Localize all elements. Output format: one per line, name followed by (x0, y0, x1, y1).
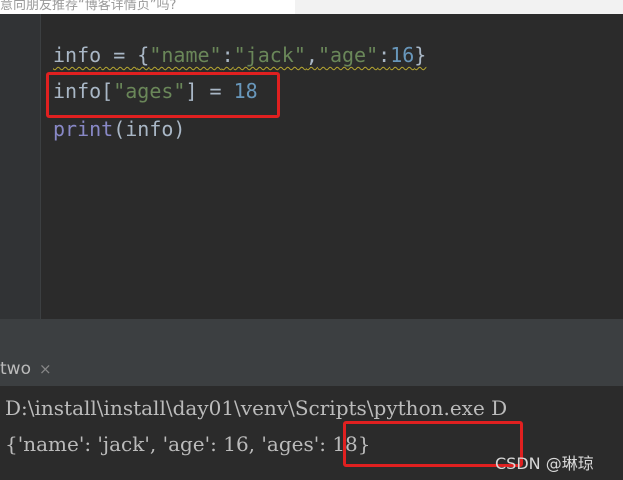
editor-highlight-box (46, 72, 280, 118)
line1-val1: "jack" (233, 43, 306, 67)
console-output-prefix: {'name': 'jack', 'age': 16, (5, 432, 262, 456)
line1-colon2: : (378, 43, 391, 67)
code-line-1: info = {"name":"jack","age":16} (53, 42, 426, 68)
panel-separator (0, 319, 623, 355)
close-icon[interactable]: × (39, 360, 52, 378)
line1-close: } (414, 43, 427, 67)
line1-var: info (53, 43, 102, 67)
line3-args: (info) (113, 117, 186, 141)
line1-open: { (137, 43, 150, 67)
code-line-3: print(info) (53, 116, 185, 142)
top-strip-gray (295, 0, 623, 14)
line1-colon1: : (221, 43, 234, 67)
browser-top-strip: 意向朋友推荐“博客详情页”吗? (0, 0, 623, 14)
watermark: CSDN @琳琼 (495, 454, 594, 473)
line1-val2: 16 (390, 43, 415, 67)
console-output: {'name': 'jack', 'age': 16, 'ages': 18} (5, 431, 371, 457)
code-editor[interactable]: info = {"name":"jack","age":16} info["ag… (0, 14, 623, 319)
top-caption: 意向朋友推荐“博客详情页”吗? (0, 0, 177, 13)
run-tab-label: two (0, 359, 31, 379)
console-command: D:\install\install\day01\venv\Scripts\py… (5, 396, 508, 420)
line1-code: info = {"name":"jack","age":16} (53, 43, 426, 67)
line1-comma: , (305, 43, 318, 67)
line1-op: = (101, 43, 138, 67)
line3-func: print (53, 117, 114, 141)
run-tab-bar: two × (0, 355, 623, 387)
line1-key1: "name" (149, 43, 222, 67)
line1-key2: "age" (317, 43, 379, 67)
run-tab[interactable]: two × (0, 359, 52, 379)
editor-gutter (0, 14, 41, 319)
